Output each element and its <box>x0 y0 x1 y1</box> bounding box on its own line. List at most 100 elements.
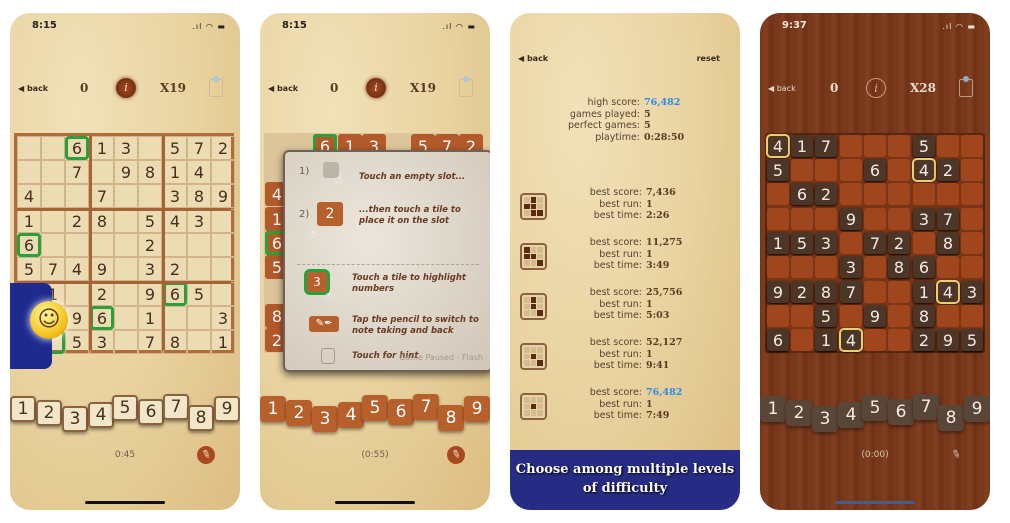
grid-cell[interactable]: 1 <box>791 135 813 157</box>
grid-cell[interactable] <box>791 256 813 278</box>
grid-cell[interactable]: 2 <box>937 159 959 181</box>
grid-cell[interactable]: 3 <box>163 184 187 208</box>
grid-cell[interactable]: 5 <box>65 330 89 354</box>
grid-cell[interactable]: 6 <box>864 159 886 181</box>
back-button[interactable]: ◀ back <box>268 84 298 93</box>
grid-cell[interactable] <box>41 160 65 184</box>
grid-cell[interactable]: 6 <box>163 282 187 306</box>
grid-cell[interactable] <box>114 257 138 281</box>
number-tile-8[interactable]: 8 <box>188 405 214 431</box>
grid-cell[interactable]: 7 <box>65 160 89 184</box>
grid-cell[interactable] <box>913 232 935 254</box>
hint-icon[interactable] <box>959 76 973 97</box>
grid-cell[interactable]: 5 <box>815 305 837 327</box>
grid-cell[interactable]: 7 <box>90 184 114 208</box>
number-tile-2[interactable]: 2 <box>36 400 62 426</box>
grid-cell[interactable] <box>114 330 138 354</box>
grid-cell[interactable]: 2 <box>90 282 114 306</box>
pencil-icon[interactable]: ✎ <box>444 443 468 467</box>
grid-cell[interactable] <box>65 233 89 257</box>
grid-cell[interactable]: 6 <box>913 256 935 278</box>
number-tile-6[interactable]: 6 <box>888 399 914 425</box>
grid-cell[interactable]: 8 <box>163 330 187 354</box>
number-tile-4[interactable]: 4 <box>88 402 114 428</box>
grid-cell[interactable]: 5 <box>767 159 789 181</box>
grid-cell[interactable] <box>840 305 862 327</box>
grid-cell[interactable]: 4 <box>65 257 89 281</box>
grid-cell[interactable]: 9 <box>138 282 162 306</box>
grid-cell[interactable] <box>187 233 211 257</box>
hint-icon[interactable] <box>209 76 223 97</box>
grid-cell[interactable]: 4 <box>912 158 936 182</box>
grid-cell[interactable] <box>187 306 211 330</box>
grid-cell[interactable]: 5 <box>138 209 162 233</box>
grid-cell[interactable] <box>211 233 235 257</box>
grid-cell[interactable]: 5 <box>913 135 935 157</box>
grid-cell[interactable]: 7 <box>41 257 65 281</box>
grid-cell[interactable] <box>888 208 910 230</box>
grid-cell[interactable]: 1 <box>90 136 114 160</box>
number-tile-6[interactable]: 6 <box>138 399 164 425</box>
grid-cell[interactable] <box>163 233 187 257</box>
grid-cell[interactable]: 5 <box>163 136 187 160</box>
grid-cell[interactable] <box>961 232 983 254</box>
grid-cell[interactable] <box>163 306 187 330</box>
number-tile-1[interactable]: 1 <box>760 396 786 422</box>
grid-cell[interactable]: 4 <box>163 209 187 233</box>
grid-cell[interactable]: 3 <box>187 209 211 233</box>
grid-cell[interactable] <box>961 256 983 278</box>
grid-cell[interactable] <box>937 305 959 327</box>
grid-cell[interactable] <box>41 209 65 233</box>
grid-cell[interactable]: 1 <box>211 330 235 354</box>
grid-cell[interactable] <box>17 136 41 160</box>
grid-cell[interactable]: 3 <box>211 306 235 330</box>
grid-cell[interactable] <box>791 329 813 351</box>
grid-cell[interactable]: 6 <box>791 183 813 205</box>
number-tile-9[interactable]: 9 <box>964 396 990 422</box>
grid-cell[interactable]: 2 <box>888 232 910 254</box>
grid-cell[interactable]: 4 <box>936 280 960 304</box>
grid-cell[interactable]: 8 <box>815 281 837 303</box>
number-tile-8[interactable]: 8 <box>438 405 464 431</box>
grid-cell[interactable]: 2 <box>211 136 235 160</box>
info-icon[interactable]: i <box>866 78 886 98</box>
grid-cell[interactable]: 5 <box>791 232 813 254</box>
grid-cell[interactable]: 2 <box>913 329 935 351</box>
grid-cell[interactable] <box>864 135 886 157</box>
info-icon[interactable]: i <box>366 78 386 98</box>
grid-cell[interactable] <box>90 233 114 257</box>
grid-cell[interactable] <box>65 184 89 208</box>
grid-cell[interactable] <box>41 184 65 208</box>
grid-cell[interactable] <box>791 159 813 181</box>
grid-cell[interactable]: 9 <box>114 160 138 184</box>
grid-cell[interactable] <box>840 135 862 157</box>
grid-cell[interactable]: 8 <box>888 256 910 278</box>
grid-cell[interactable] <box>17 160 41 184</box>
number-tile-5[interactable]: 5 <box>362 395 388 421</box>
number-tile-8[interactable]: 8 <box>938 405 964 431</box>
grid-cell[interactable] <box>114 184 138 208</box>
grid-cell[interactable] <box>187 257 211 281</box>
grid-cell[interactable] <box>114 233 138 257</box>
number-tile-7[interactable]: 7 <box>163 394 189 420</box>
grid-cell[interactable] <box>767 256 789 278</box>
grid-cell[interactable]: 4 <box>17 184 41 208</box>
grid-cell[interactable] <box>864 256 886 278</box>
grid-cell[interactable]: 9 <box>864 305 886 327</box>
grid-cell[interactable] <box>961 208 983 230</box>
number-tile-7[interactable]: 7 <box>413 394 439 420</box>
grid-cell[interactable] <box>961 159 983 181</box>
grid-cell[interactable] <box>864 281 886 303</box>
grid-cell[interactable]: 1 <box>138 306 162 330</box>
grid-cell[interactable]: 8 <box>913 305 935 327</box>
grid-cell[interactable] <box>211 257 235 281</box>
pencil-icon[interactable]: ✎ <box>944 443 967 466</box>
reset-button[interactable]: reset <box>697 54 720 63</box>
pencil-icon[interactable]: ✎ <box>194 443 218 467</box>
grid-cell[interactable] <box>41 136 65 160</box>
number-tile-5[interactable]: 5 <box>862 395 888 421</box>
grid-cell[interactable] <box>937 135 959 157</box>
number-tile-4[interactable]: 4 <box>838 402 864 428</box>
back-button[interactable]: ◀ back <box>518 54 548 63</box>
grid-cell[interactable]: 2 <box>815 183 837 205</box>
